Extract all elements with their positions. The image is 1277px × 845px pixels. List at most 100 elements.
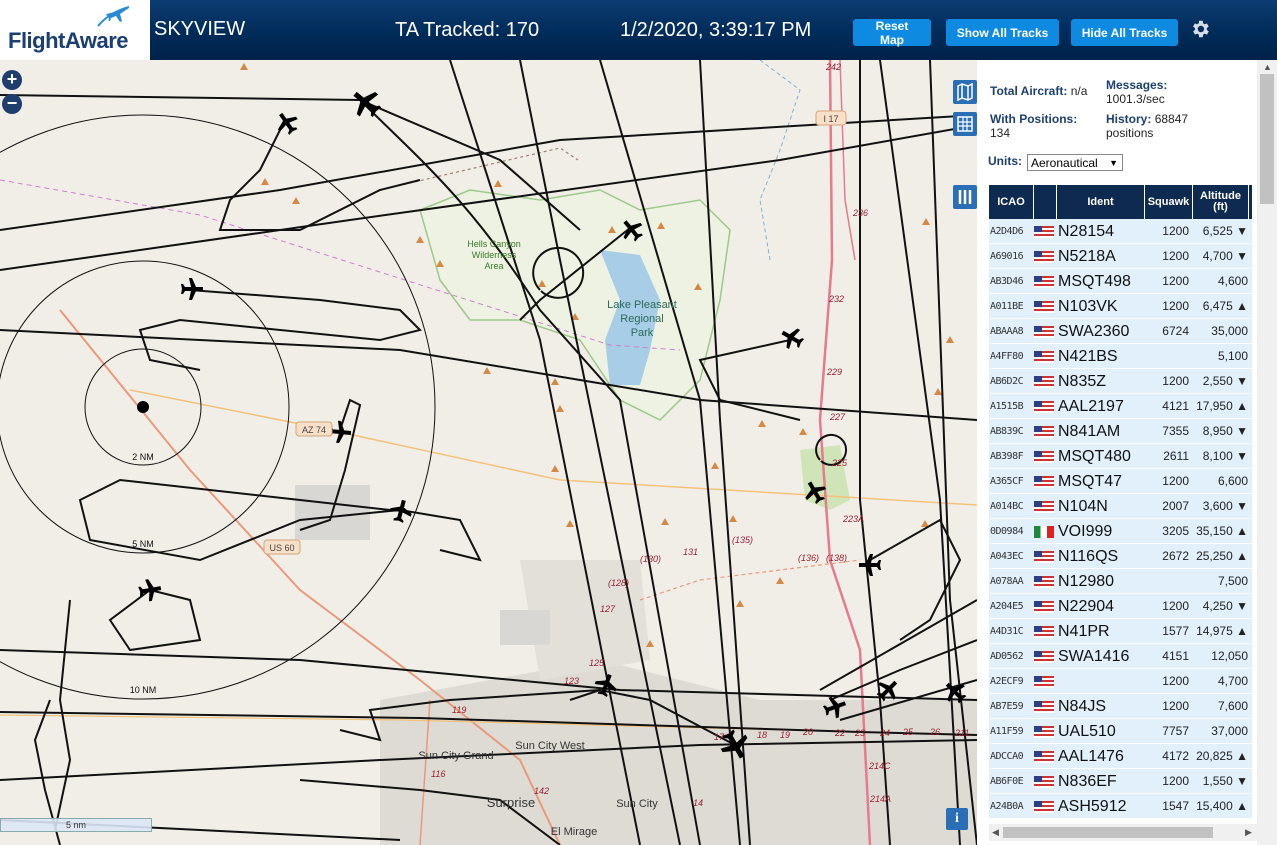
icao-cell: A11F59: [990, 726, 1024, 737]
map-canvas[interactable]: Hells Canyon Wilderness Area Lake Pleasa…: [0, 60, 977, 845]
squawk-cell: 1200: [1162, 699, 1189, 713]
table-row[interactable]: A2ECF9 1200 4,700: [989, 669, 1252, 694]
table-row[interactable]: A365CF MSQT47 1200 6,600: [989, 469, 1252, 494]
columns-toggle-button[interactable]: [953, 185, 977, 209]
scroll-left-arrow-icon[interactable]: ◀: [992, 827, 999, 838]
horizontal-scrollbar[interactable]: ◀ ▶: [989, 824, 1257, 841]
place-label: Wilderness: [472, 250, 517, 260]
table-row[interactable]: A69016 N5218A 1200 4,700 ▼: [989, 244, 1252, 269]
altitude-cell: 35,000: [1211, 324, 1248, 338]
column-header-squawk[interactable]: Squawk: [1145, 185, 1193, 219]
squawk-cell: 1200: [1162, 599, 1189, 613]
sidebar-panel: Total Aircraft: n/a Messages: 1001.3/sec…: [977, 60, 1277, 845]
table-row[interactable]: A1515B AAL2197 4121 17,950 ▲: [989, 394, 1252, 419]
show-all-tracks-button[interactable]: Show All Tracks: [946, 19, 1059, 46]
table-row[interactable]: AB839C N841AM 7355 8,950 ▼: [989, 419, 1252, 444]
svg-text:I 17: I 17: [823, 114, 838, 124]
country-flag-icon: [1034, 676, 1054, 688]
ident-cell: MSQT480: [1058, 448, 1131, 465]
ident-cell: N421BS: [1058, 348, 1118, 365]
country-flag-icon: [1034, 576, 1054, 588]
column-header-ident[interactable]: Ident: [1057, 185, 1145, 219]
table-row[interactable]: A11F59 UAL510 7757 37,000: [989, 719, 1252, 744]
table-row[interactable]: ADCCA0 AAL1476 4172 20,825 ▲: [989, 744, 1252, 769]
altitude-cell: 3,600 ▼: [1202, 499, 1248, 513]
map-scale-bar: 5 nm: [0, 818, 152, 832]
flightaware-logo[interactable]: FlightAware: [0, 0, 150, 60]
table-row[interactable]: AB7E59 N84JS 1200 7,600: [989, 694, 1252, 719]
table-row[interactable]: AB6F0E N836EF 1200 1,550 ▼: [989, 769, 1252, 794]
column-header-altitude[interactable]: Altitude (ft): [1193, 185, 1249, 219]
svg-text:(138): (138): [826, 553, 847, 563]
squawk-cell: 1547: [1162, 799, 1189, 813]
altitude-cell: 15,400 ▲: [1196, 799, 1248, 813]
country-flag-icon: [1034, 651, 1054, 663]
table-row[interactable]: AB3D46 MSQT498 1200 4,600: [989, 269, 1252, 294]
chevron-down-icon: ▼: [1109, 158, 1118, 168]
scroll-up-arrow-icon[interactable]: ▲: [1263, 62, 1272, 72]
vertical-scrollbar[interactable]: ▲: [1257, 60, 1277, 845]
icao-cell: A4FF80: [990, 351, 1024, 362]
table-row[interactable]: 0D0984 VOI999 3205 35,150 ▲: [989, 519, 1252, 544]
svg-text:116: 116: [431, 769, 445, 779]
route-shield: AZ 74: [295, 421, 333, 437]
column-header-icao[interactable]: ICAO: [989, 185, 1034, 219]
header-bar: FlightAware SKYVIEW TA Tracked: 170 1/2/…: [0, 0, 1277, 60]
country-flag-icon: [1034, 801, 1054, 813]
squawk-cell: 4172: [1162, 749, 1189, 763]
svg-text:211: 211: [954, 728, 969, 738]
zoom-out-button[interactable]: −: [2, 94, 22, 114]
icao-cell: A24B0A: [990, 801, 1024, 812]
units-select[interactable]: Aeronautical ▼: [1027, 154, 1123, 171]
table-row[interactable]: A2D4D6 N28154 1200 6,525 ▼: [989, 219, 1252, 244]
squawk-cell: 1200: [1162, 249, 1189, 263]
icao-cell: AB839C: [990, 426, 1024, 437]
total-aircraft-stat: Total Aircraft: n/a: [990, 84, 1087, 98]
table-row[interactable]: A204E5 N22904 1200 4,250 ▼: [989, 594, 1252, 619]
map-view[interactable]: Hells Canyon Wilderness Area Lake Pleasa…: [0, 60, 977, 845]
table-row[interactable]: AD0562 SWA1416 4151 12,050: [989, 644, 1252, 669]
svg-text:142: 142: [534, 786, 549, 796]
table-row[interactable]: A4D31C N41PR 1577 14,975 ▲: [989, 619, 1252, 644]
table-row[interactable]: ABAAA8 SWA2360 6724 35,000: [989, 319, 1252, 344]
column-header-flag[interactable]: [1034, 185, 1057, 219]
horizontal-scroll-thumb[interactable]: [1003, 827, 1213, 838]
table-row[interactable]: A014BC N104N 2007 3,600 ▼: [989, 494, 1252, 519]
reset-map-button[interactable]: Reset Map: [853, 19, 931, 47]
icao-cell: A4D31C: [990, 626, 1024, 637]
ident-cell: ASH5912: [1058, 798, 1127, 815]
vertical-scroll-thumb[interactable]: [1260, 74, 1274, 204]
table-row[interactable]: AB6D2C N835Z 1200 2,550 ▼: [989, 369, 1252, 394]
altitude-cell: 7,600: [1217, 699, 1248, 713]
icao-cell: AB7E59: [990, 701, 1024, 712]
zoom-in-button[interactable]: +: [2, 70, 22, 90]
table-row[interactable]: A011BE N103VK 1200 6,475 ▲: [989, 294, 1252, 319]
table-row[interactable]: AB398F MSQT480 2611 8,100 ▼: [989, 444, 1252, 469]
total-aircraft-label: Total Aircraft:: [990, 84, 1068, 98]
gear-icon[interactable]: [1189, 18, 1211, 40]
grid-toggle-button[interactable]: [953, 112, 977, 136]
info-button[interactable]: i: [946, 808, 968, 830]
scroll-right-arrow-icon[interactable]: ▶: [1245, 827, 1252, 838]
table-row[interactable]: A043EC N116QS 2672 25,250 ▲: [989, 544, 1252, 569]
altitude-cell: 17,950 ▲: [1196, 399, 1248, 413]
map-icon: [957, 82, 973, 102]
icao-cell: ADCCA0: [990, 751, 1024, 762]
table-row[interactable]: A4FF80 N421BS 5,100: [989, 344, 1252, 369]
icao-cell: ABAAA8: [990, 326, 1024, 337]
map-layer-button[interactable]: [953, 80, 977, 104]
hide-all-tracks-button[interactable]: Hide All Tracks: [1071, 19, 1178, 46]
altitude-cell: 8,100 ▼: [1202, 449, 1248, 463]
country-flag-icon: [1034, 701, 1054, 713]
table-row[interactable]: A24B0A ASH5912 1547 15,400 ▲: [989, 794, 1252, 819]
route-shield: US 60: [263, 539, 301, 555]
squawk-cell: 2672: [1162, 549, 1189, 563]
table-row[interactable]: A078AA N12980 7,500: [989, 569, 1252, 594]
ident-cell: N841AM: [1058, 423, 1121, 440]
ident-cell: N28154: [1058, 223, 1115, 240]
svg-text:125: 125: [589, 658, 605, 668]
squawk-cell: 4121: [1162, 399, 1189, 413]
altitude-cell: 37,000: [1211, 724, 1248, 738]
altitude-cell: 6,475 ▲: [1202, 299, 1248, 313]
tracked-count: TA Tracked: 170: [395, 19, 540, 41]
